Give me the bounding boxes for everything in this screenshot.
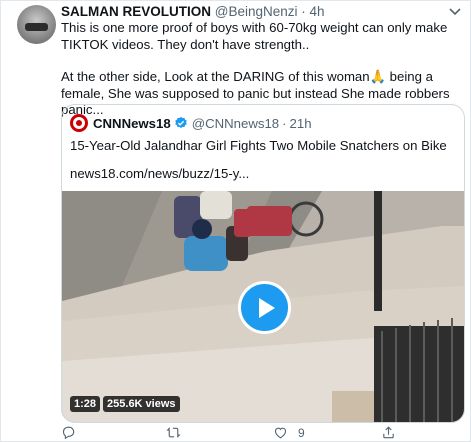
quoted-timestamp: 21h (289, 115, 312, 131)
tweet-timestamp[interactable]: 4h (310, 4, 325, 19)
quoted-author-name: CNNNews18 (93, 115, 171, 131)
chevron-down-icon[interactable] (448, 7, 462, 17)
quoted-tweet-header: CNNNews18 @CNNnews18 · 21h (70, 114, 312, 132)
quoted-tweet-link[interactable]: news18.com/news/buzz/15-y... (70, 166, 249, 181)
play-icon[interactable] (238, 281, 291, 334)
video-views: 255.6K views (103, 396, 180, 412)
quoted-header-separator: · (282, 115, 287, 131)
quoted-tweet-text: 15-Year-Old Jalandhar Girl Fights Two Mo… (70, 138, 447, 153)
reply-button[interactable] (61, 425, 86, 440)
tweet-card: SALMAN REVOLUTION @BeingNenzi · 4h This … (0, 0, 471, 442)
tweet-text-paragraph: This is one more proof of boys with 60-7… (61, 20, 448, 52)
video-player[interactable]: 1:28 255.6K views (62, 191, 464, 422)
verified-badge-icon (174, 116, 187, 129)
share-button[interactable] (381, 425, 406, 440)
video-duration: 1:28 (70, 396, 101, 412)
tweet-header: SALMAN REVOLUTION @BeingNenzi · 4h (61, 4, 325, 19)
quoted-avatar (70, 114, 88, 132)
quoted-author-handle: @CNNnews18 (191, 115, 280, 131)
retweet-icon (166, 427, 181, 438)
retweet-button[interactable] (166, 425, 191, 440)
like-button[interactable]: 9 (273, 425, 305, 440)
quoted-tweet[interactable]: CNNNews18 @CNNnews18 · 21h 15-Year-Old J… (61, 104, 465, 423)
like-count: 9 (298, 425, 305, 440)
like-icon (274, 427, 287, 439)
share-icon (383, 426, 394, 439)
author-name[interactable]: SALMAN REVOLUTION (61, 4, 211, 19)
reply-icon (62, 426, 75, 440)
tweet-actions: 9 (61, 425, 465, 441)
author-handle[interactable]: @BeingNenzi (215, 4, 298, 19)
video-meta: 1:28 255.6K views (70, 396, 180, 412)
header-separator: · (301, 4, 306, 19)
avatar[interactable] (17, 5, 56, 44)
